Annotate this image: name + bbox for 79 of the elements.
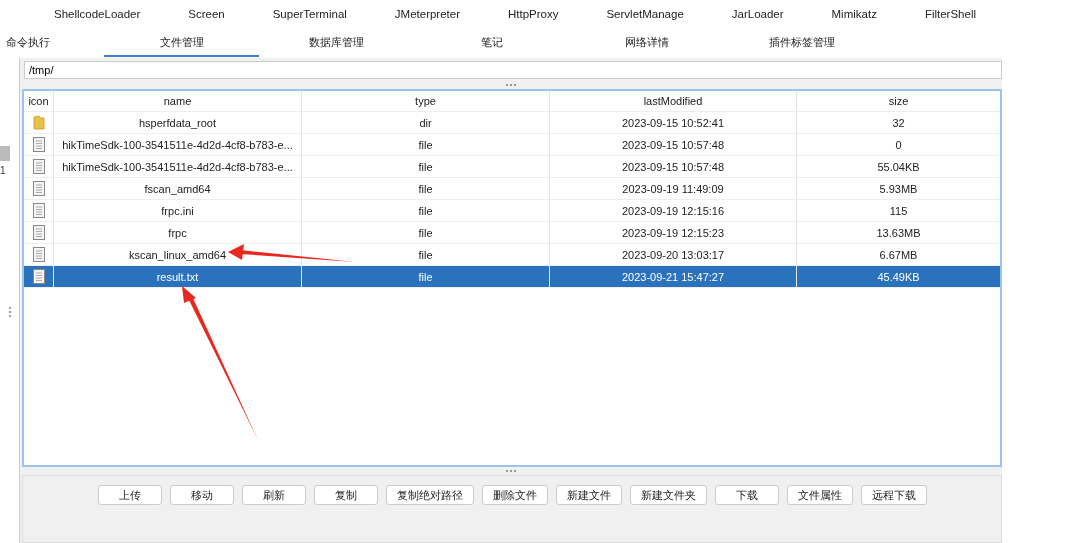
table-cell-text: 115 bbox=[888, 203, 909, 219]
plugin-tab[interactable]: SuperTerminal bbox=[272, 8, 347, 20]
table-cell-text: 0 bbox=[894, 137, 903, 153]
folder-icon bbox=[32, 115, 45, 130]
action-button[interactable]: 远程下载 bbox=[860, 485, 927, 505]
table-cell-text: 45.49KB bbox=[876, 269, 921, 285]
document-icon bbox=[32, 159, 45, 174]
tab[interactable]: 命令执行 bbox=[0, 29, 104, 57]
plugin-tab[interactable]: FilterShell bbox=[924, 8, 976, 20]
action-button[interactable]: 刷新 bbox=[241, 485, 306, 505]
action-button[interactable]: 新建文件夹 bbox=[629, 485, 707, 505]
table-cell: 2023-09-20 13:03:17 bbox=[550, 244, 797, 265]
action-button[interactable]: 上传 bbox=[97, 485, 162, 505]
tab[interactable]: 笔记 bbox=[414, 29, 569, 57]
document-icon bbox=[32, 269, 45, 284]
table-cell: 2023-09-15 10:57:48 bbox=[550, 134, 797, 155]
tab[interactable]: 插件标签管理 bbox=[724, 29, 879, 57]
column-header[interactable]: type bbox=[302, 91, 550, 111]
tab[interactable]: 数据库管理 bbox=[259, 29, 414, 57]
column-header[interactable]: icon bbox=[24, 91, 54, 111]
column-header[interactable]: lastModified bbox=[550, 91, 797, 111]
table-cell: frpc.ini bbox=[54, 200, 302, 221]
document-icon bbox=[32, 203, 45, 218]
side-label: 1 bbox=[0, 165, 6, 176]
action-button[interactable]: 新建文件 bbox=[555, 485, 622, 505]
table-cell: hikTimeSdk-100-3541511e-4d2d-4cf8-b783-e... bbox=[54, 156, 302, 177]
table-row[interactable]: hikTimeSdk-100-3541511e-4d2d-4cf8-b783-e... file 2023-09-15 10:57:48 55.04KB bbox=[24, 156, 1000, 178]
plugin-tab[interactable]: Screen bbox=[188, 8, 225, 20]
column-header[interactable]: name bbox=[54, 91, 302, 111]
document-icon bbox=[32, 225, 45, 240]
action-button[interactable]: 复制绝对路径 bbox=[385, 485, 474, 505]
table-row[interactable]: fscan_amd64 file 2023-09-19 11:49:09 5.93MB bbox=[24, 178, 1000, 200]
table-cell: hikTimeSdk-100-3541511e-4d2d-4cf8-b783-e... bbox=[54, 134, 302, 155]
plugin-tab[interactable]: ShellcodeLoader bbox=[54, 8, 141, 20]
action-button[interactable]: 移动 bbox=[169, 485, 234, 505]
table-cell: 2023-09-15 10:57:48 bbox=[550, 156, 797, 177]
table-cell-text: 6.67MB bbox=[878, 247, 919, 263]
action-button[interactable]: 删除文件 bbox=[481, 485, 548, 505]
table-cell: file bbox=[302, 200, 550, 221]
table-cell: frpc bbox=[54, 222, 302, 243]
table-cell: 2023-09-19 12:15:23 bbox=[550, 222, 797, 243]
document-icon bbox=[32, 181, 45, 196]
table-cell: file bbox=[302, 156, 550, 177]
document-icon bbox=[32, 247, 45, 262]
table-cell-text: 5.93MB bbox=[878, 181, 919, 197]
table-row[interactable]: frpc.ini file 2023-09-19 12:15:16 115 bbox=[24, 200, 1000, 222]
table-cell-text: 32 bbox=[891, 115, 906, 131]
table-cell: hsperfdata_root bbox=[54, 112, 302, 133]
table-row[interactable]: frpc file 2023-09-19 12:15:23 13.63MB bbox=[24, 222, 1000, 244]
splitter-handle[interactable] bbox=[505, 83, 517, 87]
table-cell: 2023-09-21 15:47:27 bbox=[550, 266, 797, 287]
tab[interactable]: 网络详情 bbox=[569, 29, 724, 57]
action-button[interactable]: 下载 bbox=[714, 485, 779, 505]
splitter-handle[interactable] bbox=[505, 469, 517, 473]
table-cell: 2023-09-19 11:49:09 bbox=[550, 178, 797, 199]
column-header[interactable]: size bbox=[797, 91, 1000, 111]
path-field[interactable]: /tmp/ bbox=[24, 61, 1002, 79]
plugin-tab[interactable]: Mimikatz bbox=[831, 8, 877, 20]
table-row[interactable]: hikTimeSdk-100-3541511e-4d2d-4cf8-b783-e... file 2023-09-15 10:57:48 0 bbox=[24, 134, 1000, 156]
table-cell: dir bbox=[302, 112, 550, 133]
plugin-tab[interactable]: JMeterpreter bbox=[394, 8, 460, 20]
table-cell: 2023-09-19 12:15:16 bbox=[550, 200, 797, 221]
table-cell: file bbox=[302, 178, 550, 199]
table-cell-text: 13.63MB bbox=[875, 225, 922, 241]
table-row[interactable]: result.txt file 2023-09-21 15:47:27 45.49KB bbox=[24, 266, 1000, 288]
table-cell: file bbox=[302, 222, 550, 243]
action-button[interactable]: 文件属性 bbox=[786, 485, 853, 505]
splitter-handle[interactable] bbox=[7, 306, 12, 318]
plugin-tab[interactable]: JarLoader bbox=[731, 8, 784, 20]
plugin-tab[interactable]: HttpProxy bbox=[507, 8, 559, 20]
action-button[interactable]: 复制 bbox=[313, 485, 378, 505]
table-cell: 2023-09-15 10:52:41 bbox=[550, 112, 797, 133]
table-cell: fscan_amd64 bbox=[54, 178, 302, 199]
table-cell: file bbox=[302, 134, 550, 155]
table-row[interactable]: hsperfdata_root dir 2023-09-15 10:52:41 32 bbox=[24, 112, 1000, 134]
table-cell-text: 55.04KB bbox=[876, 159, 921, 175]
table-cell: file bbox=[302, 266, 550, 287]
plugin-tab[interactable]: ServletManage bbox=[606, 8, 684, 20]
document-icon bbox=[32, 137, 45, 152]
